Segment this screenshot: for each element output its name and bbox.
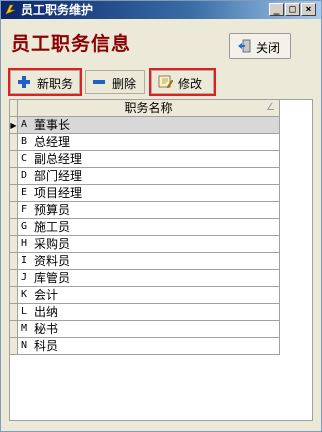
sort-icon: ∠ [266,102,275,113]
exit-door-icon [237,39,251,53]
position-name-cell[interactable]: G 施工员 [18,219,280,236]
table-row[interactable]: N 科员 [10,338,280,355]
new-position-button[interactable]: 新职务 [10,70,80,94]
delete-label: 删除 [112,77,137,91]
position-name-cell[interactable]: N 科员 [18,338,280,355]
delete-button[interactable]: 删除 [85,70,145,94]
close-button[interactable]: 关闭 [229,33,291,59]
title-bar[interactable]: 员工职务维护 _ □ × [1,1,321,19]
position-code: K [21,289,28,300]
edit-button[interactable]: 修改 [151,70,214,94]
position-code: G [21,221,28,232]
position-name-cell[interactable]: L 出纳 [18,304,280,321]
table-row[interactable]: L 出纳 [10,304,280,321]
edit-label: 修改 [178,77,203,91]
main-window: 员工职务维护 _ □ × 员工职务信息 关闭 新职务 删除 修改 职务名称 ∠ … [0,0,322,432]
row-indicator[interactable] [10,287,18,304]
position-code: I [21,255,28,266]
position-name-cell[interactable]: C 副总经理 [18,151,280,168]
position-name: 采购员 [34,237,71,251]
close-button-label: 关闭 [256,41,281,55]
new-position-label: 新职务 [37,77,74,91]
position-name: 董事长 [34,118,71,132]
row-indicator[interactable] [10,304,18,321]
table-row[interactable]: I 资料员 [10,253,280,270]
table-row[interactable]: E 项目经理 [10,185,280,202]
column-header-label: 职务名称 [124,101,173,115]
position-code: N [21,340,28,351]
position-name-cell[interactable]: B 总经理 [18,134,280,151]
window-title: 员工职务维护 [21,3,94,17]
position-code: B [21,136,28,147]
row-indicator[interactable] [10,168,18,185]
position-code: L [21,306,28,317]
position-name: 部门经理 [34,169,83,183]
row-indicator[interactable] [10,219,18,236]
row-indicator[interactable] [10,185,18,202]
position-name-cell[interactable]: E 项目经理 [18,185,280,202]
position-name-cell[interactable]: M 秘书 [18,321,280,338]
position-name: 库管员 [34,271,71,285]
position-name: 资料员 [34,254,71,268]
position-name: 项目经理 [34,186,83,200]
position-name: 科员 [34,339,59,353]
position-code: H [21,238,28,249]
row-indicator[interactable] [10,236,18,253]
table-row[interactable]: ▶ A 董事长 [10,117,280,134]
position-code: A [21,119,28,130]
row-indicator[interactable] [10,253,18,270]
current-row-arrow-icon[interactable]: ▶ [10,117,18,134]
row-indicator[interactable] [10,321,18,338]
table-row[interactable]: K 会计 [10,287,280,304]
position-name-cell[interactable]: H 采购员 [18,236,280,253]
table-row[interactable]: J 库管员 [10,270,280,287]
minimize-button[interactable]: _ [269,3,284,16]
close-window-button[interactable]: × [301,3,316,16]
position-name: 秘书 [34,322,59,336]
page-title: 员工职务信息 [11,33,132,55]
app-icon [4,3,17,16]
position-code: C [21,153,28,164]
table-row[interactable]: C 副总经理 [10,151,280,168]
position-code: F [21,204,28,215]
table-row[interactable]: F 预算员 [10,202,280,219]
position-name: 施工员 [34,220,71,234]
maximize-button[interactable]: □ [285,3,300,16]
edit-icon [158,75,174,89]
row-indicator[interactable] [10,270,18,287]
column-header-position-name[interactable]: 职务名称 ∠ [18,100,280,117]
minus-icon [92,75,106,89]
table-row[interactable]: G 施工员 [10,219,280,236]
position-code: M [21,323,28,334]
position-name-cell[interactable]: F 预算员 [18,202,280,219]
row-indicator-header [10,100,18,117]
table-row[interactable]: D 部门经理 [10,168,280,185]
position-name-cell[interactable]: D 部门经理 [18,168,280,185]
position-name: 总经理 [34,135,71,149]
position-code: D [21,170,28,181]
position-name: 预算员 [34,203,71,217]
row-indicator[interactable] [10,202,18,219]
position-name: 副总经理 [34,152,83,166]
position-name-cell[interactable]: A 董事长 [18,117,280,134]
row-indicator[interactable] [10,338,18,355]
table-row[interactable]: M 秘书 [10,321,280,338]
header-panel: 员工职务信息 关闭 [1,19,321,64]
positions-grid[interactable]: 职务名称 ∠ ▶ A 董事长 B 总经理 C 副总经理 D 部门经理 E 项目经理 F 预算员 G 施工员 H… [9,99,313,421]
toolbar: 新职务 删除 修改 [1,65,321,97]
plus-icon [17,75,31,89]
row-indicator[interactable] [10,134,18,151]
table-row[interactable]: B 总经理 [10,134,280,151]
position-name-cell[interactable]: J 库管员 [18,270,280,287]
table-row[interactable]: H 采购员 [10,236,280,253]
position-name-cell[interactable]: I 资料员 [18,253,280,270]
position-code: J [21,272,28,283]
position-name-cell[interactable]: K 会计 [18,287,280,304]
position-name: 出纳 [34,305,59,319]
row-indicator[interactable] [10,151,18,168]
position-name: 会计 [34,288,59,302]
position-code: E [21,187,28,198]
